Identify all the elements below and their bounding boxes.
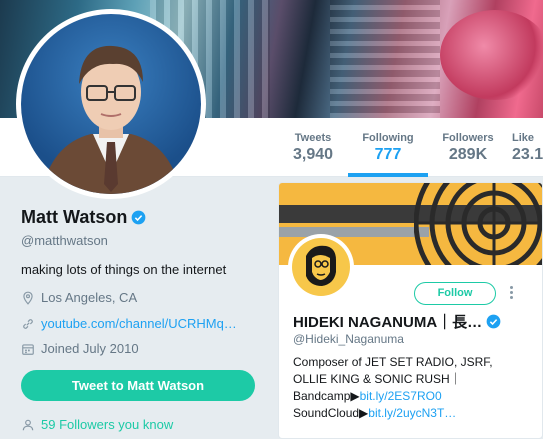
user-card-name-text: HIDEKI NAGANUMA｜長…	[293, 314, 483, 331]
tweets-count: 3,940	[292, 146, 334, 163]
card-bio-line: Composer of JET SET RADIO, JSRF,	[293, 355, 493, 369]
website-link[interactable]: youtube.com/channel/UCRHMq…	[41, 316, 237, 331]
soundcloud-link[interactable]: bit.ly/2uycN3T…	[368, 406, 456, 420]
location-icon	[23, 291, 33, 305]
tweet-to-button[interactable]: Tweet to Matt Watson	[21, 370, 255, 401]
user-card-name[interactable]: HIDEKI NAGANUMA｜長…	[293, 311, 501, 332]
soundcloud-label: SoundCloud▶	[293, 406, 369, 420]
likes-label: Like	[512, 132, 535, 144]
link-icon	[23, 318, 33, 329]
card-bio-line: OLLIE KING & SONIC RUSH｜	[293, 372, 462, 386]
followers-icon	[22, 419, 34, 430]
profile-name-text: Matt Watson	[21, 207, 128, 227]
followers-count: 289K	[448, 146, 488, 163]
active-tab-indicator	[348, 173, 428, 177]
user-card[interactable]: Follow HIDEKI NAGANUMA｜長… @Hideki_Naganu…	[278, 182, 543, 439]
profile-handle[interactable]: @matthwatson	[21, 233, 108, 248]
likes-stat[interactable]: Like 23.1	[512, 118, 543, 177]
profile-avatar[interactable]	[16, 9, 206, 199]
likes-count: 23.1	[512, 146, 543, 163]
user-card-bio: Composer of JET SET RADIO, JSRF, OLLIE K…	[293, 354, 538, 422]
user-card-avatar[interactable]	[288, 234, 354, 300]
card-bio-line: Bandcamp▶bit.ly/2ES7RO0	[293, 388, 538, 405]
profile-name[interactable]: Matt Watson	[21, 207, 146, 228]
followers-you-know-text[interactable]: 59 Followers you know	[41, 417, 173, 432]
followers-you-know[interactable]: 59 Followers you know	[21, 417, 173, 432]
profile-bio: making lots of things on the internet	[21, 262, 227, 277]
more-icon[interactable]	[509, 286, 515, 302]
profile-joined: Joined July 2010	[21, 341, 139, 356]
following-stat[interactable]: Following 777	[348, 118, 428, 177]
verified-icon	[131, 210, 146, 225]
calendar-icon	[22, 343, 34, 355]
following-count: 777	[374, 146, 402, 163]
follow-button[interactable]: Follow	[414, 282, 496, 305]
tweets-stat[interactable]: Tweets 3,940	[283, 118, 343, 177]
user-card-handle[interactable]: @Hideki_Naganuma	[293, 332, 404, 346]
location-text: Los Angeles, CA	[41, 290, 138, 305]
followers-stat[interactable]: Followers 289K	[432, 118, 504, 177]
profile-location: Los Angeles, CA	[21, 290, 137, 305]
tweets-label: Tweets	[294, 132, 332, 144]
verified-icon	[486, 314, 501, 329]
joined-text: Joined July 2010	[41, 341, 139, 356]
bandcamp-label: Bandcamp▶	[293, 389, 360, 403]
card-bio-line: SoundCloud▶bit.ly/2uycN3T…	[293, 405, 538, 422]
profile-website[interactable]: youtube.com/channel/UCRHMq…	[21, 316, 237, 331]
following-label: Following	[362, 132, 414, 144]
bandcamp-link[interactable]: bit.ly/2ES7RO0	[360, 389, 442, 403]
followers-label: Followers	[442, 132, 494, 144]
